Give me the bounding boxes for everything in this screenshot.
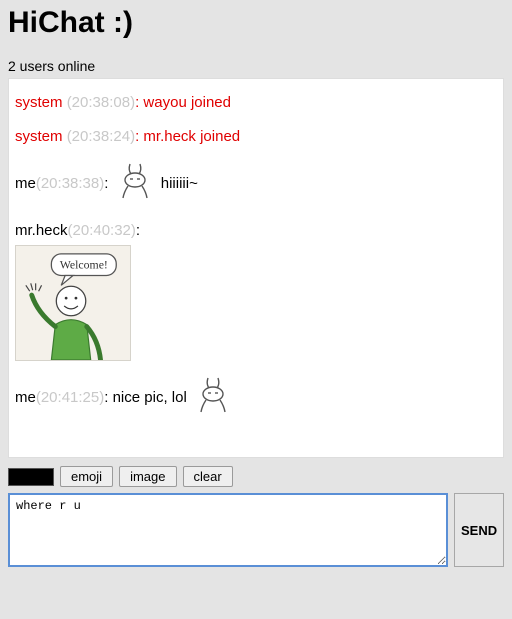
message-user: me(20:38:38): hiiiiii~ bbox=[15, 161, 497, 207]
send-button[interactable]: SEND bbox=[454, 493, 504, 567]
online-status: 2 users online bbox=[8, 58, 504, 74]
toolbar: emoji image clear bbox=[8, 466, 504, 487]
welcome-caption: Welcome! bbox=[60, 258, 108, 272]
bunny-emoji-icon bbox=[117, 161, 153, 207]
emoji-button[interactable]: emoji bbox=[60, 466, 113, 487]
msg-text: hiiiiii~ bbox=[161, 175, 198, 192]
msg-colon: : bbox=[136, 222, 140, 239]
msg-sender: system bbox=[15, 94, 63, 111]
msg-text: nice pic, lol bbox=[113, 389, 187, 406]
message-system: system (20:38:24): mr.heck joined bbox=[15, 127, 497, 147]
msg-time: (20:41:25) bbox=[36, 389, 104, 406]
message-user: me(20:41:25): nice pic, lol bbox=[15, 375, 497, 421]
msg-colon: : bbox=[135, 128, 139, 145]
page-title: HiChat :) bbox=[8, 6, 504, 40]
msg-time: (20:38:08) bbox=[67, 94, 135, 111]
msg-colon: : bbox=[104, 389, 108, 406]
image-button[interactable]: image bbox=[119, 466, 176, 487]
message-user: mr.heck(20:40:32): Welcome! bbox=[15, 221, 497, 361]
welcome-image: Welcome! bbox=[15, 245, 131, 361]
msg-colon: : bbox=[104, 175, 108, 192]
message-system: system (20:38:08): wayou joined bbox=[15, 93, 497, 113]
msg-text: wayou joined bbox=[143, 94, 231, 111]
msg-text: mr.heck joined bbox=[143, 128, 240, 145]
chat-log: system (20:38:08): wayou joined system (… bbox=[8, 78, 504, 458]
msg-sender: me bbox=[15, 175, 36, 192]
message-input[interactable] bbox=[8, 493, 448, 567]
msg-sender: mr.heck bbox=[15, 222, 68, 239]
msg-time: (20:38:38) bbox=[36, 175, 104, 192]
msg-colon: : bbox=[135, 94, 139, 111]
clear-button[interactable]: clear bbox=[183, 466, 233, 487]
msg-time: (20:40:32) bbox=[68, 222, 136, 239]
color-swatch[interactable] bbox=[8, 468, 54, 486]
bunny-emoji-icon bbox=[195, 375, 231, 421]
msg-sender: system bbox=[15, 128, 63, 145]
compose-area: SEND bbox=[8, 493, 504, 567]
msg-time: (20:38:24) bbox=[67, 128, 135, 145]
msg-sender: me bbox=[15, 389, 36, 406]
